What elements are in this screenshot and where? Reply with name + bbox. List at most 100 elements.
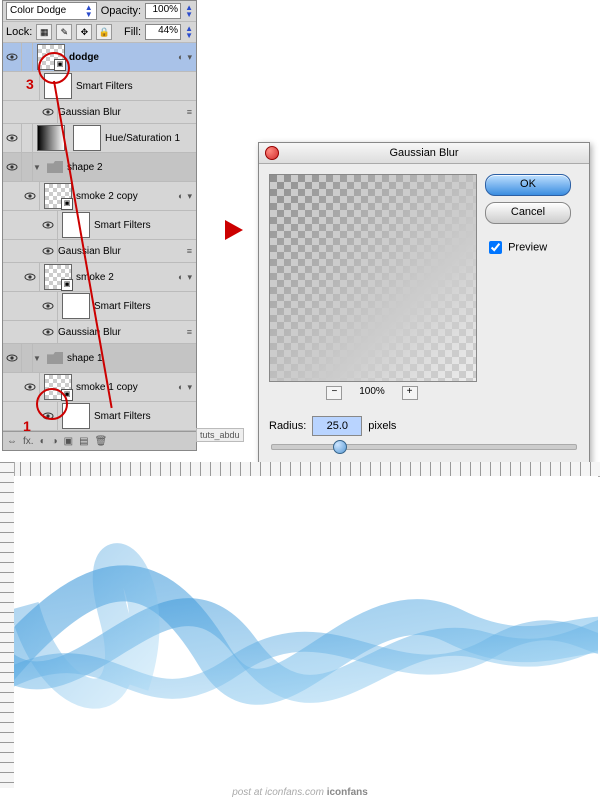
layer-thumb[interactable]: ▣ [44, 264, 72, 290]
fill-label: Fill: [124, 26, 141, 38]
filter-gaussian-blur[interactable]: Gaussian Blur ≡ [3, 101, 196, 124]
fill-stepper-icon[interactable]: ▲▼ [185, 25, 193, 39]
layer-thumb[interactable]: ▣ [44, 374, 72, 400]
zoom-in-button[interactable]: + [402, 386, 418, 400]
gaussian-blur-dialog: Gaussian Blur − 100% + OK Cancel Preview… [258, 142, 590, 465]
ok-button[interactable]: OK [485, 174, 571, 196]
slider-knob[interactable] [333, 440, 347, 454]
layer-mask-icon[interactable]: ◐ [40, 436, 46, 447]
ruler-horizontal [0, 462, 600, 477]
close-icon[interactable] [265, 146, 279, 160]
document-tab[interactable]: tuts_abdu [196, 428, 244, 442]
layer-mask-thumb[interactable] [73, 125, 101, 151]
smart-filters-row[interactable]: Smart Filters [3, 292, 196, 321]
smart-filters-row[interactable]: Smart Filters [3, 211, 196, 240]
credit-line: post at iconfans.com iconfans [0, 787, 600, 798]
zoom-out-button[interactable]: − [326, 386, 342, 400]
layer-smoke-1-copy[interactable]: ▣ smoke 1 copy ◐▾ [3, 373, 196, 402]
new-layer-icon[interactable]: ▤ [79, 436, 88, 447]
filter-mask-thumb[interactable] [44, 73, 72, 99]
blend-mode-select[interactable]: Color Dodge ▲▼ [6, 2, 97, 20]
radius-label: Radius: [269, 420, 306, 432]
smart-filters-label: Smart Filters [76, 81, 196, 92]
wave-artwork [14, 476, 598, 788]
smart-object-icon: ▣ [61, 198, 73, 210]
annotation-1: 1 [23, 418, 31, 434]
filter-mask-thumb[interactable] [62, 293, 90, 319]
filter-name: Gaussian Blur [58, 107, 187, 118]
group-name: shape 1 [67, 353, 196, 364]
visibility-toggle[interactable] [39, 240, 58, 262]
radius-slider[interactable] [271, 444, 577, 450]
arrow-right-icon [225, 220, 243, 240]
opacity-stepper-icon[interactable]: ▲▼ [185, 4, 193, 18]
disclosure-triangle-icon[interactable]: ▼ [33, 354, 43, 363]
delete-layer-icon[interactable]: 🗑 [95, 436, 108, 447]
blur-preview[interactable] [269, 174, 477, 382]
layer-name: Hue/Saturation 1 [105, 133, 196, 144]
layers-list: ▣ dodge ◐▾ Smart Filters Gaussian Blur ≡ [3, 43, 196, 431]
opacity-label: Opacity: [101, 5, 141, 17]
visibility-toggle[interactable] [3, 43, 22, 71]
disclosure-triangle-icon[interactable]: ▼ [33, 163, 43, 172]
layer-smoke-2-copy[interactable]: ▣ smoke 2 copy ◐▾ [3, 182, 196, 211]
opacity-field[interactable]: 100% [145, 3, 181, 19]
folder-icon [47, 161, 63, 173]
ruler-vertical [0, 462, 15, 788]
filter-settings-icon[interactable]: ≡ [187, 327, 192, 337]
cancel-button[interactable]: Cancel [485, 202, 571, 224]
layer-thumb[interactable]: ▣ [44, 183, 72, 209]
filter-mask-thumb[interactable] [62, 403, 90, 429]
layer-name: smoke 2 [76, 272, 178, 283]
layer-name: dodge [69, 52, 178, 63]
visibility-toggle[interactable] [39, 292, 58, 320]
smart-object-icon: ▣ [54, 59, 66, 71]
layer-smoke-2[interactable]: ▣ smoke 2 ◐▾ [3, 263, 196, 292]
filter-badge-icon[interactable]: ◐ [178, 52, 183, 62]
visibility-toggle[interactable] [3, 124, 22, 152]
document-canvas[interactable] [14, 476, 598, 788]
layer-name: smoke 2 copy [76, 191, 178, 202]
filter-settings-icon[interactable]: ≡ [187, 107, 192, 117]
visibility-toggle[interactable] [21, 182, 40, 210]
visibility-toggle[interactable] [39, 101, 58, 123]
layer-hue-saturation[interactable]: Hue/Saturation 1 [3, 124, 196, 153]
fill-field[interactable]: 44% [145, 24, 181, 40]
layer-dodge[interactable]: ▣ dodge ◐▾ [3, 43, 196, 72]
layer-thumb[interactable]: ▣ [37, 44, 65, 70]
lock-paint-icon[interactable]: ✎ [56, 24, 72, 40]
group-shape-2[interactable]: ▼ shape 2 [3, 153, 196, 182]
layer-name: smoke 1 copy [76, 382, 178, 393]
new-group-icon[interactable]: ▣ [64, 436, 73, 447]
smart-filters-row[interactable]: Smart Filters [3, 402, 196, 431]
lock-transparency-icon[interactable]: ▦ [36, 24, 52, 40]
link-layers-icon[interactable]: ⇔ [7, 436, 17, 447]
preview-checkbox[interactable]: Preview [485, 238, 571, 257]
layers-panel: Color Dodge ▲▼ Opacity: 100% ▲▼ Lock: ▦ … [2, 0, 197, 451]
visibility-toggle[interactable] [21, 263, 40, 291]
zoom-level: 100% [359, 386, 385, 397]
filter-badge-icon[interactable]: ◐ [178, 191, 183, 201]
visibility-toggle[interactable] [39, 402, 58, 430]
dropdown-arrows-icon: ▲▼ [85, 4, 93, 18]
layers-footer: ⇔ fx. ◐ ◑ ▣ ▤ 🗑 [3, 431, 196, 450]
filter-gaussian-blur[interactable]: Gaussian Blur ≡ [3, 240, 196, 263]
annotation-3: 3 [26, 76, 34, 92]
lock-all-icon[interactable]: 🔒 [96, 24, 112, 40]
filter-settings-icon[interactable]: ≡ [187, 246, 192, 256]
visibility-toggle[interactable] [39, 321, 58, 343]
adjustment-layer-icon[interactable]: ◑ [52, 436, 58, 447]
lock-position-icon[interactable]: ✥ [76, 24, 92, 40]
fx-icon[interactable]: fx. [23, 436, 34, 447]
blend-mode-value: Color Dodge [10, 4, 66, 18]
folder-icon [47, 352, 63, 364]
dialog-title: Gaussian Blur [259, 143, 589, 164]
lock-label: Lock: [6, 26, 32, 38]
radius-input[interactable] [312, 416, 362, 436]
visibility-toggle[interactable] [21, 373, 40, 401]
visibility-toggle[interactable] [3, 153, 22, 181]
lock-buttons: ▦ ✎ ✥ 🔒 [36, 24, 113, 40]
visibility-toggle[interactable] [3, 344, 22, 372]
visibility-toggle[interactable] [39, 211, 58, 239]
smart-object-icon: ▣ [61, 389, 73, 401]
